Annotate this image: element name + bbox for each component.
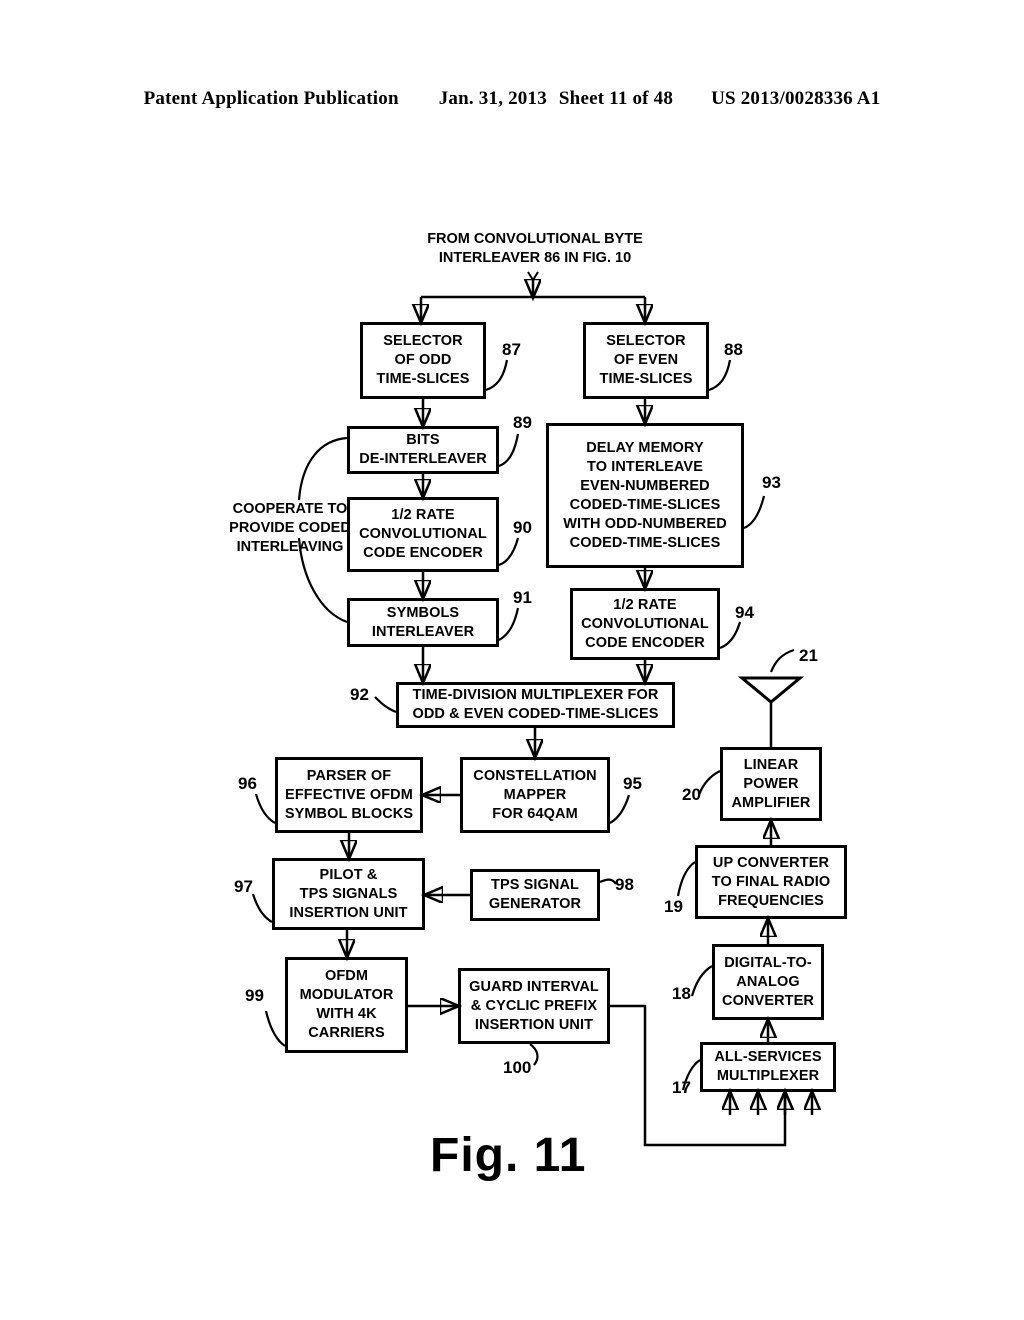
refnum-87: 87 [502, 340, 521, 359]
patent-figure-page: Patent Application Publication Jan. 31, … [0, 0, 1024, 1320]
refnum-88: 88 [724, 340, 743, 359]
refnum-97: 97 [234, 877, 253, 896]
refnum-17: 17 [672, 1078, 691, 1097]
block-all-services-multiplexer[interactable]: ALL-SERVICES MULTIPLEXER [700, 1042, 836, 1092]
refnum-100: 100 [503, 1058, 532, 1077]
connector-overlay [251, 271, 1024, 1147]
block-delay-memory[interactable]: DELAY MEMORY TO INTERLEAVE EVEN-NUMBERED… [546, 423, 744, 568]
block-parser-of-effective-ofdm-symbol-blocks[interactable]: PARSER OF EFFECTIVE OFDM SYMBOL BLOCKS [275, 757, 423, 833]
refnum-21: 21 [799, 646, 818, 665]
block-up-converter-to-final-radio-frequencies[interactable]: UP CONVERTER TO FINAL RADIO FREQUENCIES [695, 845, 847, 919]
header-publication: Patent Application Publication [143, 88, 399, 109]
refnum-95: 95 [623, 774, 642, 793]
refnum-98: 98 [615, 875, 634, 894]
block-guard-interval-cyclic-prefix-insertion-unit[interactable]: GUARD INTERVAL & CYCLIC PREFIX INSERTION… [458, 968, 610, 1044]
refnum-91: 91 [513, 588, 532, 607]
wire-source-split [421, 271, 645, 322]
refnum-19: 19 [664, 897, 683, 916]
service-input-arrows [730, 1092, 812, 1115]
refnum-18: 18 [672, 984, 691, 1003]
block-tps-signal-generator[interactable]: TPS SIGNAL GENERATOR [470, 869, 600, 921]
header-date: Jan. 31, 2013 [438, 88, 547, 109]
header-document-number: US 2013/0028336 A1 [711, 88, 881, 109]
refnum-90: 90 [513, 518, 532, 537]
refnum-96: 96 [238, 774, 257, 793]
block-time-division-multiplexer[interactable]: TIME-DIVISION MULTIPLEXER FOR ODD & EVEN… [396, 682, 675, 728]
block-symbols-interleaver[interactable]: SYMBOLS INTERLEAVER [347, 598, 499, 647]
block-selector-of-odd-time-slices[interactable]: SELECTOR OF ODD TIME-SLICES [360, 322, 486, 399]
refnum-99: 99 [245, 986, 264, 1005]
source-caption: FROM CONVOLUTIONAL BYTE INTERLEAVER 86 I… [427, 231, 643, 266]
block-pilot-and-tps-signals-insertion-unit[interactable]: PILOT & TPS SIGNALS INSERTION UNIT [272, 858, 425, 930]
block-bits-de-interleaver[interactable]: BITS DE-INTERLEAVER [347, 426, 499, 474]
block-half-rate-convolutional-code-encoder-90[interactable]: 1/2 RATE CONVOLUTIONAL CODE ENCODER [347, 497, 499, 572]
block-constellation-mapper-64qam[interactable]: CONSTELLATION MAPPER FOR 64QAM [460, 757, 610, 833]
block-half-rate-convolutional-code-encoder-94[interactable]: 1/2 RATE CONVOLUTIONAL CODE ENCODER [570, 588, 720, 660]
refnum-94: 94 [735, 603, 754, 622]
refnum-89: 89 [513, 413, 532, 432]
refnum-20: 20 [682, 785, 701, 804]
refnum-92: 92 [350, 685, 369, 704]
refnum-93: 93 [762, 473, 781, 492]
block-digital-to-analog-converter[interactable]: DIGITAL-TO- ANALOG CONVERTER [712, 944, 824, 1020]
block-linear-power-amplifier[interactable]: LINEAR POWER AMPLIFIER [720, 747, 822, 821]
publication-header: Patent Application Publication Jan. 31, … [0, 88, 1024, 114]
block-selector-of-even-time-slices[interactable]: SELECTOR OF EVEN TIME-SLICES [583, 322, 709, 399]
block-ofdm-modulator-4k-carriers[interactable]: OFDM MODULATOR WITH 4K CARRIERS [285, 957, 408, 1053]
transmit-antenna-icon [737, 676, 805, 704]
header-sheet: Sheet 11 of 48 [558, 88, 674, 109]
figure-label: Fig. 11 [430, 1129, 587, 1182]
